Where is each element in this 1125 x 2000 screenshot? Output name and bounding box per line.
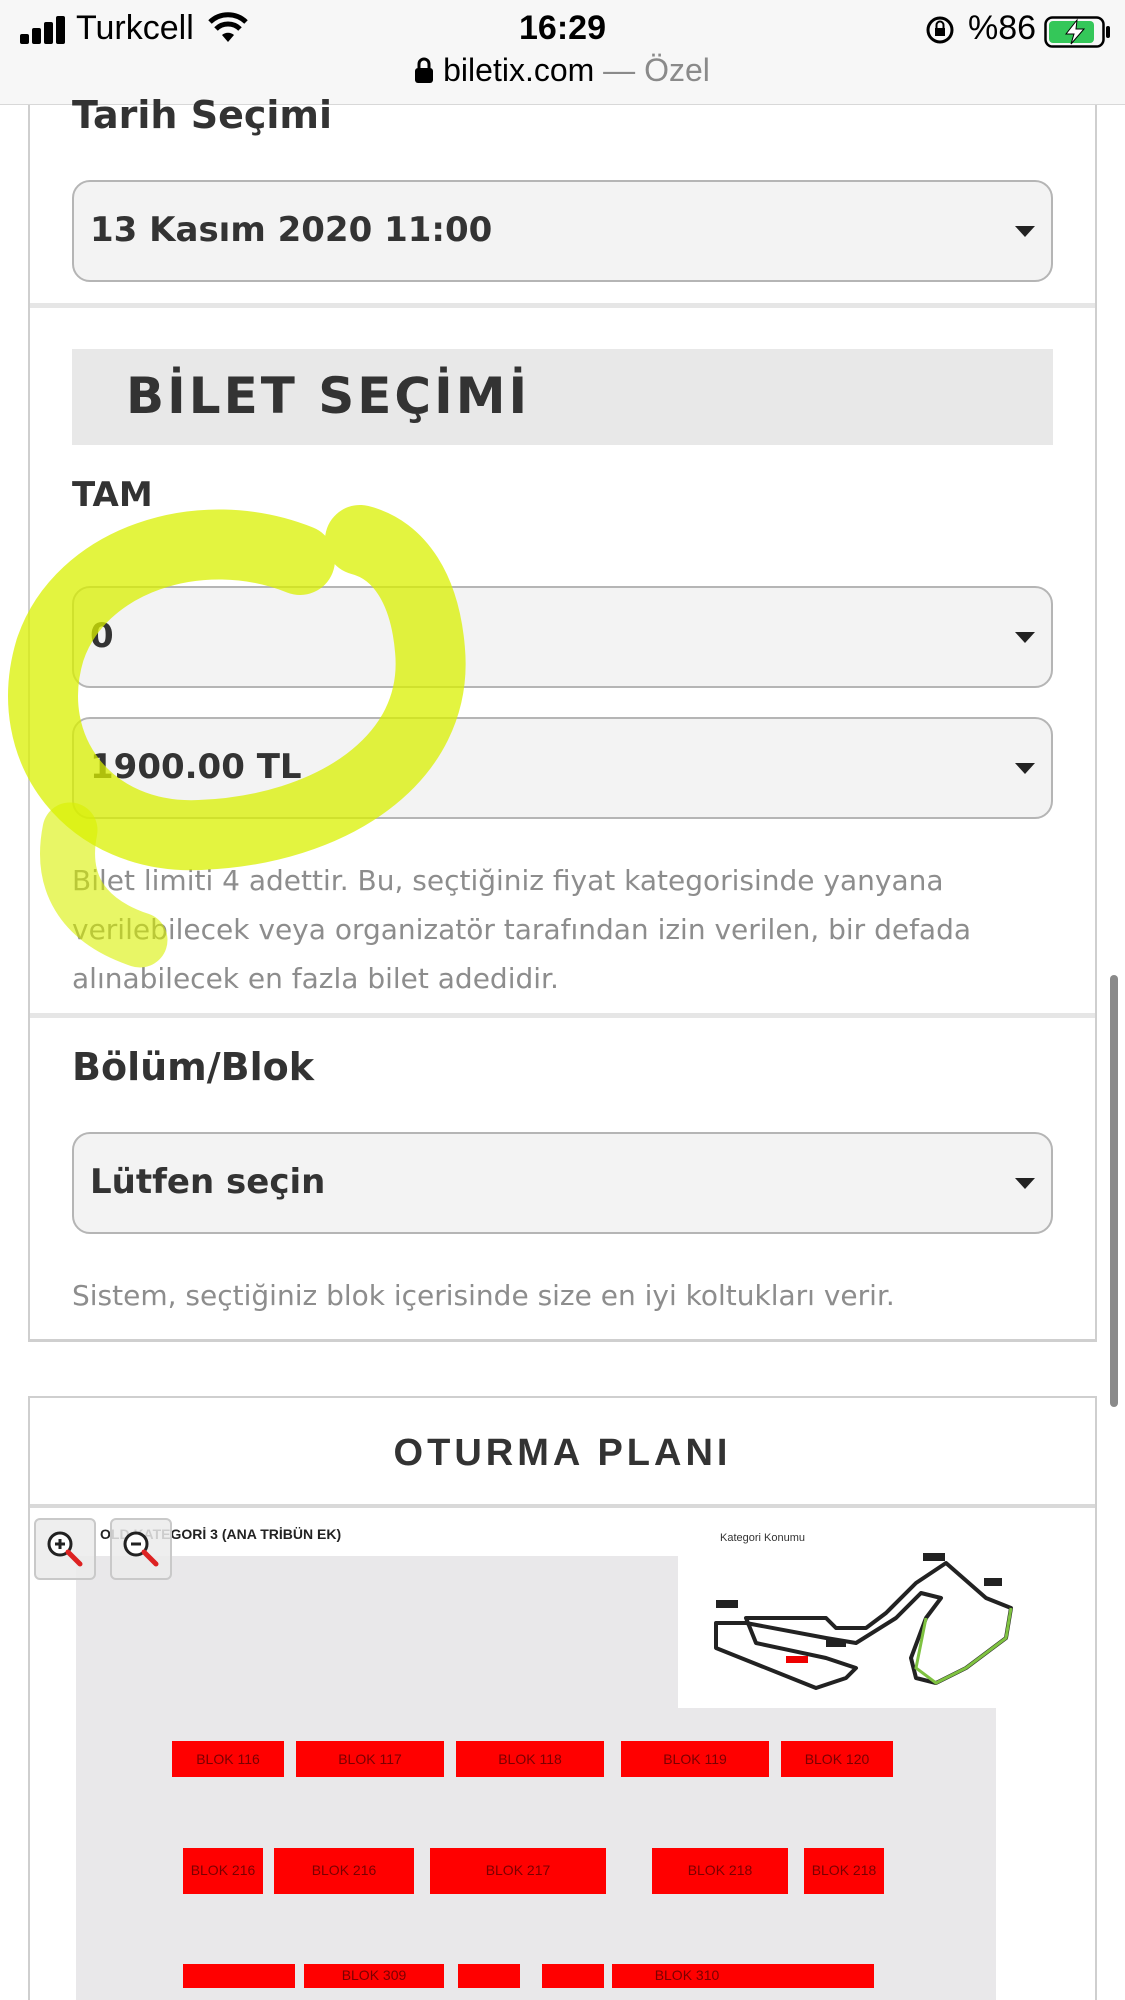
private-mode-label: — Özel	[594, 52, 710, 88]
zoom-in-icon	[47, 1531, 83, 1567]
ticket-section-title: BİLET SEÇİMİ	[126, 367, 531, 425]
block-help-text: Sistem, seçtiğiniz blok içerisinde size …	[72, 1279, 895, 1312]
block-row3-1[interactable]	[183, 1964, 295, 1988]
chevron-down-icon	[1015, 226, 1035, 237]
block-218-b[interactable]: BLOK 218	[804, 1848, 884, 1894]
ticket-quantity-select[interactable]: 0	[72, 586, 1053, 688]
ticket-section-header: BİLET SEÇİMİ	[72, 349, 1053, 445]
block-row3-6[interactable]	[762, 1964, 874, 1988]
page-scrollbar[interactable]	[1110, 975, 1118, 1407]
block-116[interactable]: BLOK 116	[172, 1741, 284, 1777]
block-select[interactable]: Lütfen seçin	[72, 1132, 1053, 1234]
chevron-down-icon	[1015, 1178, 1035, 1189]
seating-plan-canvas[interactable]: OLD KATEGORİ 3 (ANA TRİBÜN EK) Kategori …	[30, 1508, 1095, 2000]
section-divider	[30, 303, 1095, 308]
block-row3-3[interactable]	[458, 1964, 520, 1988]
chevron-down-icon	[1015, 632, 1035, 643]
zoom-out-button[interactable]	[110, 1518, 172, 1580]
block-row3-4[interactable]	[542, 1964, 604, 1988]
section-divider	[30, 1013, 1095, 1018]
block-216-b[interactable]: BLOK 216	[274, 1848, 414, 1894]
battery-charging-icon	[1044, 16, 1110, 48]
block-section-label: Bölüm/Blok	[72, 1045, 314, 1089]
block-216-a[interactable]: BLOK 216	[183, 1848, 263, 1894]
ticket-limit-text: Bilet limiti 4 adettir. Bu, seçtiğiniz f…	[72, 864, 972, 995]
ticket-category-label: TAM	[72, 475, 153, 515]
date-select-value: 13 Kasım 2020 11:00	[90, 210, 493, 250]
block-118[interactable]: BLOK 118	[456, 1741, 604, 1777]
block-218-a[interactable]: BLOK 218	[652, 1848, 788, 1894]
block-117[interactable]: BLOK 117	[296, 1741, 444, 1777]
zoom-in-button[interactable]	[34, 1518, 96, 1580]
browser-status-bar: Turkcell 16:29 %86 biletix.com — Özel	[0, 0, 1125, 105]
date-section-label: Tarih Seçimi	[72, 93, 333, 137]
ticket-price-select[interactable]: 1900.00 TL	[72, 717, 1053, 819]
date-select[interactable]: 13 Kasım 2020 11:00	[72, 180, 1053, 282]
quantity-select-value: 0	[90, 616, 114, 656]
battery-percent: %86	[968, 9, 1037, 47]
block-120[interactable]: BLOK 120	[781, 1741, 893, 1777]
chevron-down-icon	[1015, 763, 1035, 774]
zoom-out-icon	[123, 1531, 159, 1567]
url-domain: biletix.com	[443, 52, 595, 88]
track-map-icon	[714, 1553, 1013, 1690]
block-217[interactable]: BLOK 217	[430, 1848, 606, 1894]
block-309[interactable]: BLOK 309	[304, 1964, 444, 1988]
rotation-lock-icon	[926, 16, 954, 44]
block-select-value: Lütfen seçin	[90, 1162, 326, 1202]
padlock-icon	[415, 57, 434, 83]
block-119[interactable]: BLOK 119	[621, 1741, 769, 1777]
seating-plan-title: OTURMA PLANI	[393, 1432, 732, 1474]
url-bar[interactable]: biletix.com — Özel	[0, 52, 1125, 96]
clock: 16:29	[519, 9, 606, 47]
seating-plan-card: OTURMA PLANI OLD KATEGORİ 3 (ANA TRİBÜN …	[28, 1396, 1097, 2000]
ticket-form-card: Tarih Seçimi 13 Kasım 2020 11:00 BİLET S…	[28, 93, 1097, 1342]
block-310[interactable]: BLOK 310	[612, 1964, 762, 1988]
price-select-value: 1900.00 TL	[90, 747, 302, 787]
